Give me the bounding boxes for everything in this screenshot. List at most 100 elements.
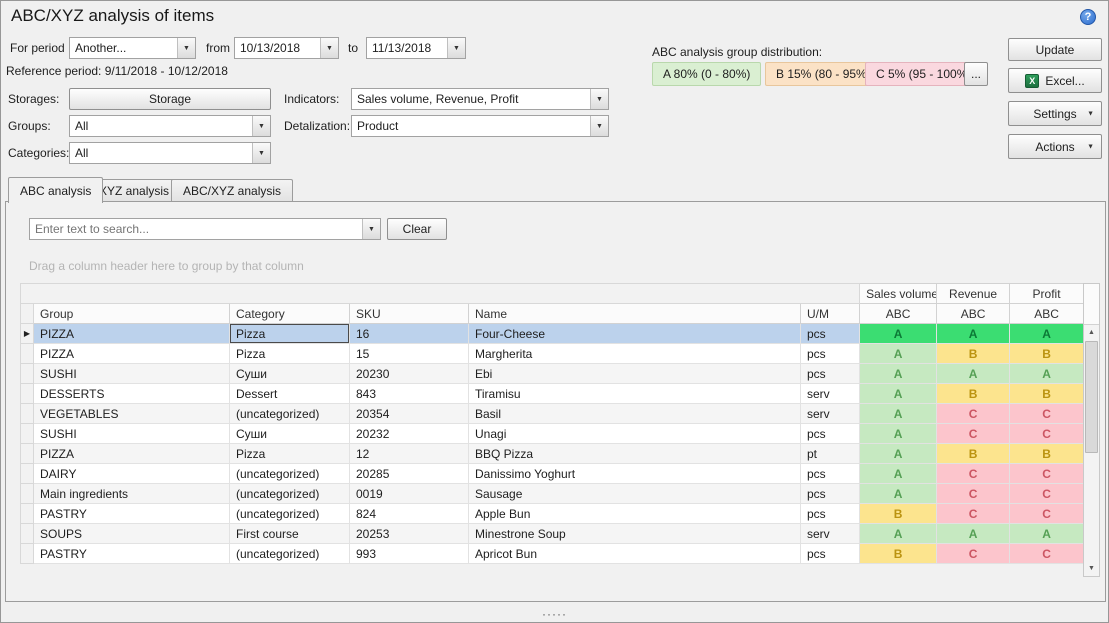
cell-name[interactable]: Ebi: [469, 364, 801, 384]
cell-profit-class[interactable]: B: [1010, 344, 1084, 364]
cell-revenue-class[interactable]: C: [937, 544, 1010, 564]
cell-sales-class[interactable]: A: [860, 384, 937, 404]
cell-sales-class[interactable]: A: [860, 364, 937, 384]
cell-profit-class[interactable]: C: [1010, 404, 1084, 424]
table-row[interactable]: SUSHIСуши20232UnagipcsACC: [21, 424, 1084, 444]
cell-group[interactable]: SOUPS: [34, 524, 230, 544]
bottom-splitter-grip[interactable]: ·····: [1, 609, 1108, 619]
cell-sku[interactable]: 824: [350, 504, 469, 524]
cell-category[interactable]: (uncategorized): [230, 484, 350, 504]
cell-sku[interactable]: 0019: [350, 484, 469, 504]
to-date-picker[interactable]: 11/13/2018 ▼: [366, 37, 466, 59]
column-header-revenue-abc[interactable]: ABC: [937, 304, 1010, 324]
cell-name[interactable]: Minestrone Soup: [469, 524, 801, 544]
clear-search-button[interactable]: Clear: [387, 218, 447, 240]
chevron-down-icon[interactable]: ▼: [252, 143, 270, 163]
cell-group[interactable]: PIZZA: [34, 324, 230, 344]
chevron-down-icon[interactable]: ▼: [320, 38, 338, 58]
cell-name[interactable]: Basil: [469, 404, 801, 424]
cell-group[interactable]: PASTRY: [34, 544, 230, 564]
chevron-down-icon[interactable]: ▼: [252, 116, 270, 136]
cell-category[interactable]: Pizza: [230, 344, 350, 364]
band-revenue[interactable]: Revenue: [937, 284, 1010, 304]
cell-sales-class[interactable]: A: [860, 464, 937, 484]
cell-name[interactable]: Apricot Bun: [469, 544, 801, 564]
cell-profit-class[interactable]: A: [1010, 524, 1084, 544]
cell-group[interactable]: Main ingredients: [34, 484, 230, 504]
cell-category[interactable]: Суши: [230, 364, 350, 384]
cell-um[interactable]: pcs: [801, 424, 860, 444]
cell-group[interactable]: SUSHI: [34, 424, 230, 444]
cell-name[interactable]: Danissimo Yoghurt: [469, 464, 801, 484]
chevron-down-icon[interactable]: ▼: [590, 116, 608, 136]
cell-profit-class[interactable]: C: [1010, 424, 1084, 444]
table-row[interactable]: VEGETABLES(uncategorized)20354BasilservA…: [21, 404, 1084, 424]
vertical-scrollbar[interactable]: ▲ ▼: [1083, 283, 1100, 577]
period-select[interactable]: Another... ▼: [69, 37, 196, 59]
cell-name[interactable]: Unagi: [469, 424, 801, 444]
column-header-um[interactable]: U/M: [801, 304, 860, 324]
cell-profit-class[interactable]: C: [1010, 504, 1084, 524]
band-profit[interactable]: Profit: [1010, 284, 1084, 304]
cell-revenue-class[interactable]: A: [937, 364, 1010, 384]
search-input[interactable]: [30, 219, 362, 239]
cell-group[interactable]: SUSHI: [34, 364, 230, 384]
table-row[interactable]: PASTRY(uncategorized)993Apricot BunpcsBC…: [21, 544, 1084, 564]
chevron-down-icon[interactable]: ▼: [447, 38, 465, 58]
cell-um[interactable]: pcs: [801, 484, 860, 504]
cell-profit-class[interactable]: C: [1010, 484, 1084, 504]
tab-abc-analysis[interactable]: ABC analysis: [8, 177, 103, 203]
cell-group[interactable]: DESSERTS: [34, 384, 230, 404]
cell-revenue-class[interactable]: B: [937, 384, 1010, 404]
cell-um[interactable]: pcs: [801, 544, 860, 564]
cell-revenue-class[interactable]: A: [937, 324, 1010, 344]
table-row[interactable]: PIZZAPizza15MargheritapcsABB: [21, 344, 1084, 364]
table-row[interactable]: Main ingredients(uncategorized)0019Sausa…: [21, 484, 1084, 504]
table-row[interactable]: DESSERTSDessert843TiramisuservABB: [21, 384, 1084, 404]
cell-um[interactable]: serv: [801, 404, 860, 424]
column-header-sales-abc[interactable]: ABC: [860, 304, 937, 324]
chevron-down-icon[interactable]: ▼: [177, 38, 195, 58]
cell-sku[interactable]: 993: [350, 544, 469, 564]
cell-category[interactable]: Dessert: [230, 384, 350, 404]
cell-profit-class[interactable]: A: [1010, 364, 1084, 384]
cell-sales-class[interactable]: B: [860, 504, 937, 524]
cell-um[interactable]: pcs: [801, 324, 860, 344]
table-row[interactable]: PASTRY(uncategorized)824Apple BunpcsBCC: [21, 504, 1084, 524]
cell-um[interactable]: serv: [801, 384, 860, 404]
cell-name[interactable]: Apple Bun: [469, 504, 801, 524]
search-box[interactable]: ▼: [29, 218, 381, 240]
update-button[interactable]: Update: [1008, 38, 1102, 61]
cell-profit-class[interactable]: C: [1010, 544, 1084, 564]
from-date-picker[interactable]: 10/13/2018 ▼: [234, 37, 339, 59]
cell-category[interactable]: Pizza: [230, 324, 350, 344]
settings-button[interactable]: Settings ▼: [1008, 101, 1102, 126]
table-row[interactable]: PIZZAPizza12BBQ PizzaptABB: [21, 444, 1084, 464]
cell-sales-class[interactable]: B: [860, 544, 937, 564]
table-row[interactable]: SOUPSFirst course20253Minestrone Soupser…: [21, 524, 1084, 544]
cell-category[interactable]: (uncategorized): [230, 464, 350, 484]
cell-sku[interactable]: 843: [350, 384, 469, 404]
cell-sales-class[interactable]: A: [860, 444, 937, 464]
cell-sales-class[interactable]: A: [860, 344, 937, 364]
table-row[interactable]: DAIRY(uncategorized)20285Danissimo Yoghu…: [21, 464, 1084, 484]
cell-category[interactable]: (uncategorized): [230, 544, 350, 564]
groups-select[interactable]: All ▼: [69, 115, 271, 137]
cell-category[interactable]: First course: [230, 524, 350, 544]
column-header-group[interactable]: Group: [34, 304, 230, 324]
detalization-select[interactable]: Product ▼: [351, 115, 609, 137]
cell-um[interactable]: serv: [801, 524, 860, 544]
cell-sales-class[interactable]: A: [860, 324, 937, 344]
cell-profit-class[interactable]: B: [1010, 444, 1084, 464]
cell-revenue-class[interactable]: C: [937, 424, 1010, 444]
cell-group[interactable]: VEGETABLES: [34, 404, 230, 424]
cell-revenue-class[interactable]: B: [937, 344, 1010, 364]
cell-revenue-class[interactable]: C: [937, 504, 1010, 524]
distribution-more-button[interactable]: ...: [964, 62, 988, 86]
table-row[interactable]: SUSHIСуши20230EbipcsAAA: [21, 364, 1084, 384]
help-icon[interactable]: ?: [1080, 9, 1096, 25]
cell-name[interactable]: BBQ Pizza: [469, 444, 801, 464]
chevron-down-icon[interactable]: ▼: [362, 219, 380, 239]
scrollbar-thumb[interactable]: [1085, 341, 1098, 453]
cell-sku[interactable]: 20230: [350, 364, 469, 384]
